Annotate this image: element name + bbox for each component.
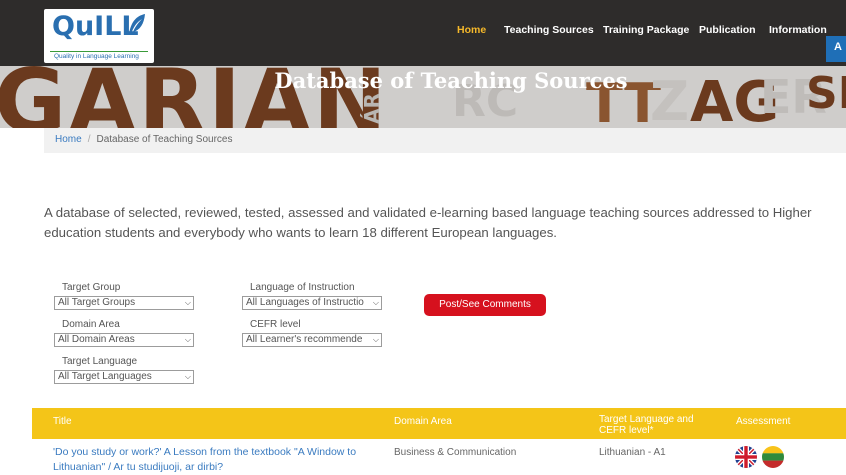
language-of-instruction-value: All Languages of Instructio bbox=[246, 297, 364, 308]
nav-information[interactable]: Information bbox=[769, 24, 827, 36]
feather-icon bbox=[129, 14, 145, 35]
cefr-level-select[interactable]: All Learner's recommende ⌵ bbox=[242, 333, 382, 347]
login-button[interactable]: A bbox=[826, 36, 846, 62]
site-logo[interactable]: QuILL Quality in Language Learning bbox=[44, 9, 154, 63]
page-title: Database of Teaching Sources bbox=[274, 68, 628, 93]
breadcrumb-home-link[interactable]: Home bbox=[55, 134, 82, 145]
nav-training-package[interactable]: Training Package bbox=[603, 24, 689, 36]
table-header: Title Domain Area Target Language and CE… bbox=[32, 408, 846, 439]
row-target-language: Lithuanian - A1 bbox=[599, 447, 666, 458]
nav-publication[interactable]: Publication bbox=[699, 24, 756, 36]
breadcrumb-separator: / bbox=[87, 134, 91, 145]
nav-teaching-sources[interactable]: Teaching Sources bbox=[504, 24, 594, 36]
row-domain-area: Business & Communication bbox=[394, 447, 517, 458]
logo-divider bbox=[50, 51, 148, 52]
table-row: 'Do you study or work?' A Lesson from th… bbox=[32, 439, 846, 475]
uk-flag-icon[interactable] bbox=[735, 446, 757, 468]
domain-area-label: Domain Area bbox=[62, 319, 120, 330]
intro-paragraph: A database of selected, reviewed, tested… bbox=[44, 205, 812, 240]
breadcrumb: Home / Database of Teaching Sources bbox=[44, 128, 846, 153]
lithuania-flag-icon[interactable] bbox=[762, 446, 784, 468]
language-of-instruction-select[interactable]: All Languages of Instructio ⌵ bbox=[242, 296, 382, 310]
post-see-comments-button[interactable]: Post/See Comments bbox=[424, 294, 546, 316]
chevron-down-icon: ⌵ bbox=[372, 298, 379, 307]
column-header-title[interactable]: Title bbox=[53, 416, 72, 427]
source-title-link[interactable]: 'Do you study or work?' A Lesson from th… bbox=[53, 445, 389, 475]
target-language-label: Target Language bbox=[62, 356, 138, 367]
domain-area-value: All Domain Areas bbox=[58, 334, 135, 345]
cefr-level-label: CEFR level bbox=[250, 319, 301, 330]
cefr-level-value: All Learner's recommende bbox=[246, 334, 363, 345]
target-group-label: Target Group bbox=[62, 282, 121, 293]
banner-decor-text: ÁR bbox=[360, 93, 384, 124]
column-header-target-language[interactable]: Target Language and CEFR level* bbox=[599, 414, 709, 436]
target-language-value: All Target Languages bbox=[58, 371, 152, 382]
page-banner: GARIAN ÁR RC TT Z AG ER SL Database of T… bbox=[0, 66, 846, 128]
chevron-down-icon: ⌵ bbox=[372, 335, 379, 344]
target-group-value: All Target Groups bbox=[58, 297, 136, 308]
chevron-down-icon: ⌵ bbox=[184, 335, 191, 344]
column-header-domain-area[interactable]: Domain Area bbox=[394, 416, 452, 427]
domain-area-select[interactable]: All Domain Areas ⌵ bbox=[54, 333, 194, 347]
target-group-select[interactable]: All Target Groups ⌵ bbox=[54, 296, 194, 310]
nav-home[interactable]: Home bbox=[457, 24, 486, 36]
column-header-assessment[interactable]: Assessment bbox=[736, 416, 790, 427]
logo-tagline: Quality in Language Learning bbox=[54, 53, 139, 60]
chevron-down-icon: ⌵ bbox=[184, 372, 191, 381]
target-language-select[interactable]: All Target Languages ⌵ bbox=[54, 370, 194, 384]
top-navbar: QuILL Quality in Language Learning Home … bbox=[0, 0, 846, 66]
breadcrumb-current: Database of Teaching Sources bbox=[96, 134, 233, 145]
chevron-down-icon: ⌵ bbox=[184, 298, 191, 307]
language-of-instruction-label: Language of Instruction bbox=[250, 282, 355, 293]
